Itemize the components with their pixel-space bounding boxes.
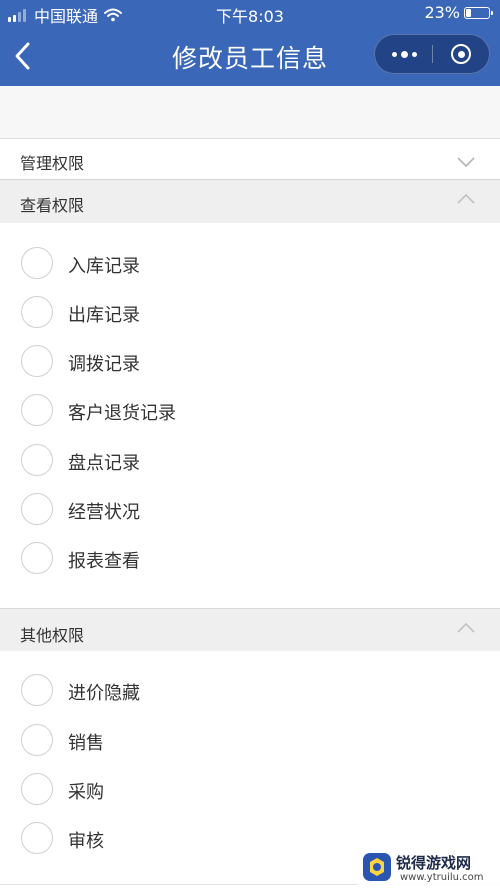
option-transfer-records[interactable]: 调拨记录 [0, 339, 500, 383]
watermark: 锐得游戏网 www.ytruilu.com [358, 848, 500, 889]
close-button[interactable] [433, 35, 489, 73]
battery-fill [466, 8, 471, 17]
option-label: 出库记录 [68, 305, 140, 326]
option-label: 销售 [68, 733, 104, 754]
option-hide-purchase-price[interactable]: 进价隐藏 [0, 668, 500, 712]
radio-button[interactable] [21, 345, 53, 377]
option-business-status[interactable]: 经营状况 [0, 487, 500, 531]
section-label: 查看权限 [20, 196, 85, 215]
section-manage-permissions[interactable]: 管理权限 [0, 139, 500, 180]
option-inbound-records[interactable]: 入库记录 [0, 241, 500, 285]
watermark-logo-icon [363, 853, 391, 881]
option-purchasing[interactable]: 采购 [0, 767, 500, 811]
section-label: 管理权限 [20, 154, 85, 173]
option-label: 报表查看 [68, 551, 140, 572]
radio-button[interactable] [21, 542, 53, 574]
chevron-down-icon [457, 157, 475, 168]
option-stocktake-records[interactable]: 盘点记录 [0, 438, 500, 482]
chevron-up-icon [457, 622, 475, 633]
radio-button[interactable] [21, 822, 53, 854]
option-label: 入库记录 [68, 256, 140, 277]
radio-button[interactable] [21, 444, 53, 476]
battery-percent: 23% [424, 3, 460, 22]
option-label: 客户退货记录 [68, 403, 176, 424]
option-outbound-records[interactable]: 出库记录 [0, 290, 500, 334]
radio-button[interactable] [21, 493, 53, 525]
radio-button[interactable] [21, 394, 53, 426]
radio-button[interactable] [21, 247, 53, 279]
more-dots-icon [390, 50, 419, 58]
battery-icon [464, 6, 493, 19]
top-spacer [0, 86, 500, 139]
radio-button[interactable] [21, 773, 53, 805]
close-circle-icon [451, 44, 471, 64]
nav-bar: 修改员工信息 [0, 26, 500, 86]
option-label: 进价隐藏 [68, 683, 140, 704]
watermark-title: 锐得游戏网 [396, 854, 472, 872]
mini-program-capsule [374, 34, 490, 74]
option-label: 调拨记录 [68, 354, 140, 375]
section-view-permissions[interactable]: 查看权限 [0, 180, 500, 223]
status-right: 23% [424, 3, 493, 22]
watermark-url: www.ytruilu.com [400, 872, 484, 883]
section-label: 其他权限 [20, 626, 85, 645]
option-label: 盘点记录 [68, 453, 140, 474]
option-customer-return-records[interactable]: 客户退货记录 [0, 388, 500, 432]
status-bar: 中国联通 下午8:03 23% [0, 0, 500, 26]
option-label: 采购 [68, 782, 104, 803]
more-button[interactable] [375, 35, 433, 73]
radio-button[interactable] [21, 724, 53, 756]
option-label: 审核 [68, 831, 104, 852]
chevron-up-icon [457, 193, 475, 204]
section-other-permissions[interactable]: 其他权限 [0, 608, 500, 651]
option-label: 经营状况 [68, 502, 140, 523]
option-report-view[interactable]: 报表查看 [0, 536, 500, 580]
option-sales[interactable]: 销售 [0, 718, 500, 762]
radio-button[interactable] [21, 296, 53, 328]
radio-button[interactable] [21, 674, 53, 706]
